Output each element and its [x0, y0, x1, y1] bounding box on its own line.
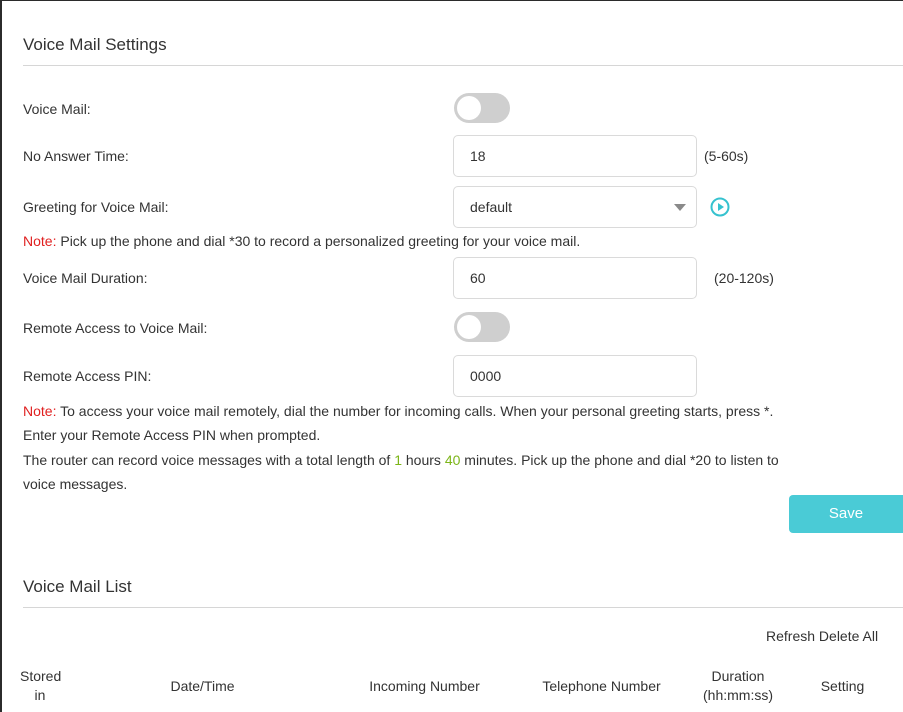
- note-text: Pick up the phone and dial *30 to record…: [56, 233, 581, 249]
- no-answer-time-hint: (5-60s): [704, 148, 749, 164]
- toggle-knob: [457, 96, 481, 120]
- list-actions: Refresh Delete All: [766, 628, 878, 644]
- duration-input[interactable]: 60: [453, 257, 697, 299]
- voice-mail-toggle[interactable]: [454, 93, 510, 123]
- remote-access-label: Remote Access to Voice Mail:: [23, 320, 208, 336]
- column-header-telephone-number: Telephone Number: [542, 678, 661, 694]
- no-answer-time-label: No Answer Time:: [23, 148, 129, 164]
- toggle-knob: [457, 315, 481, 339]
- greeting-selected-value: default: [470, 199, 513, 215]
- column-header-date-time: Date/Time: [170, 678, 235, 694]
- delete-all-link[interactable]: Delete All: [819, 628, 878, 644]
- note-text: To access your voice mail remotely, dial…: [56, 403, 774, 419]
- greeting-select[interactable]: default: [453, 186, 697, 228]
- storage-info-text: hours: [402, 452, 445, 468]
- greeting-note: Note: Pick up the phone and dial *30 to …: [23, 230, 580, 252]
- column-header-setting: Setting: [820, 678, 865, 694]
- remote-pin-input[interactable]: 0000: [453, 355, 697, 397]
- play-circle-icon[interactable]: [710, 197, 730, 217]
- note-prefix: Note:: [23, 233, 57, 249]
- remote-access-note: Note: To access your voice mail remotely…: [23, 400, 773, 422]
- column-header-duration: Duration (hh:mm:ss): [703, 668, 773, 703]
- save-button[interactable]: Save: [789, 495, 903, 533]
- note-prefix: Note:: [23, 403, 57, 419]
- chevron-down-icon: [674, 204, 686, 211]
- window-left-border: [0, 0, 2, 712]
- column-header-incoming-number: Incoming Number: [369, 678, 480, 694]
- section-title-list: Voice Mail List: [23, 577, 132, 596]
- storage-hours-value: 1: [394, 452, 402, 468]
- section-title-settings: Voice Mail Settings: [23, 35, 167, 54]
- no-answer-time-input[interactable]: 18: [453, 135, 697, 177]
- storage-info-text: minutes. Pick up the phone and dial *20 …: [460, 452, 779, 468]
- section-divider: [23, 65, 903, 66]
- duration-label: Voice Mail Duration:: [23, 270, 148, 286]
- remote-access-note-line2: Enter your Remote Access PIN when prompt…: [23, 427, 321, 443]
- storage-info: The router can record voice messages wit…: [23, 449, 779, 471]
- remote-pin-label: Remote Access PIN:: [23, 368, 152, 384]
- storage-info-text: The router can record voice messages wit…: [23, 452, 395, 468]
- greeting-label: Greeting for Voice Mail:: [23, 199, 169, 215]
- storage-minutes-value: 40: [444, 452, 461, 468]
- storage-info-line2: voice messages.: [23, 476, 128, 492]
- window-top-border: [0, 0, 903, 1]
- duration-hint: (20-120s): [714, 270, 774, 286]
- column-header-stored-in: Stored in: [20, 668, 62, 703]
- refresh-link[interactable]: Refresh: [766, 628, 815, 644]
- remote-access-toggle[interactable]: [454, 312, 510, 342]
- section-divider: [23, 607, 903, 608]
- voice-mail-label: Voice Mail:: [23, 101, 91, 117]
